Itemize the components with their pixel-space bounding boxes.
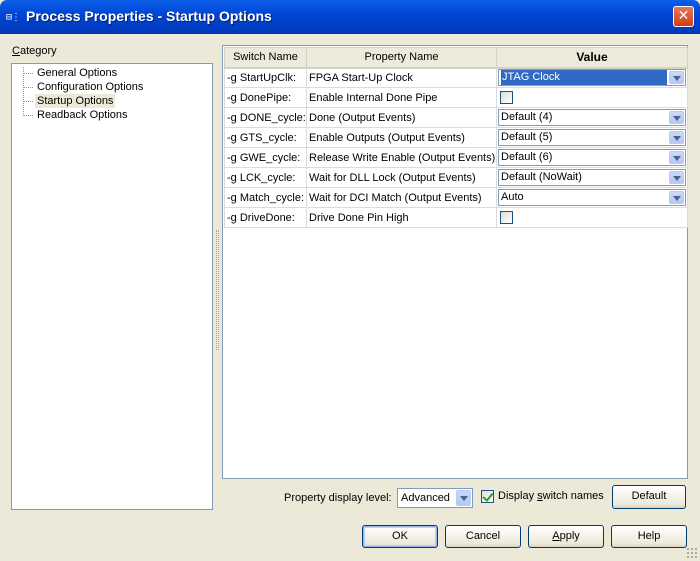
switch-name-cell: -g DriveDone: (224, 207, 307, 228)
property-name-cell: Drive Done Pin High (306, 207, 497, 228)
category-tree[interactable]: General Options Configuration Options St… (11, 63, 213, 510)
table-row: -g GTS_cycle: Enable Outputs (Output Eve… (224, 127, 688, 148)
header-property-name[interactable]: Property Name (306, 47, 497, 69)
table-row: -g GWE_cycle: Release Write Enable (Outp… (224, 147, 688, 168)
property-table: Switch Name Property Name Value -g Start… (224, 47, 688, 228)
match-cycle-dropdown[interactable]: Auto (498, 189, 686, 206)
header-switch-name[interactable]: Switch Name (224, 47, 307, 69)
property-name-cell: Enable Outputs (Output Events) (306, 127, 497, 148)
gts-cycle-dropdown[interactable]: Default (5) (498, 129, 686, 146)
switch-name-cell: -g DONE_cycle: (224, 107, 307, 128)
category-label: Category (12, 45, 57, 57)
table-row: -g Match_cycle: Wait for DCI Match (Outp… (224, 187, 688, 208)
chevron-down-icon[interactable] (669, 151, 684, 164)
chevron-down-icon[interactable] (669, 171, 684, 184)
header-value[interactable]: Value (496, 47, 688, 69)
switch-name-cell: -g GWE_cycle: (224, 147, 307, 168)
property-name-cell: Release Write Enable (Output Events) (306, 147, 497, 168)
property-grid: Switch Name Property Name Value -g Start… (222, 45, 688, 479)
table-header-row: Switch Name Property Name Value (224, 47, 688, 69)
resize-grip[interactable] (686, 547, 698, 559)
chevron-down-icon[interactable] (456, 490, 471, 506)
apply-button[interactable]: Apply (528, 525, 604, 548)
chevron-down-icon[interactable] (669, 111, 684, 124)
close-button[interactable]: ✕ (673, 6, 694, 27)
ok-button[interactable]: OK (362, 525, 438, 548)
default-button[interactable]: Default (612, 485, 686, 509)
chevron-down-icon[interactable] (669, 191, 684, 204)
title-bar: ⊟⋮ Process Properties - Startup Options … (0, 0, 700, 34)
pane-splitter[interactable] (216, 230, 219, 350)
close-icon: ✕ (677, 8, 690, 24)
table-row: -g StartUpClk: FPGA Start-Up Clock JTAG … (224, 67, 688, 88)
switch-name-cell: -g StartUpClk: (224, 67, 307, 88)
options-bar: Property display level: Advanced Display… (0, 485, 700, 511)
table-row: -g LCK_cycle: Wait for DLL Lock (Output … (224, 167, 688, 188)
help-button[interactable]: Help (611, 525, 687, 548)
property-name-cell: Done (Output Events) (306, 107, 497, 128)
property-name-cell: FPGA Start-Up Clock (306, 67, 497, 88)
display-level-label: Property display level: (284, 492, 392, 504)
drivedone-checkbox[interactable] (500, 211, 513, 224)
window-title: Process Properties - Startup Options (26, 8, 272, 24)
chevron-down-icon[interactable] (669, 71, 684, 85)
table-row: -g DONE_cycle: Done (Output Events) Defa… (224, 107, 688, 128)
display-level-select[interactable]: Advanced (397, 488, 473, 508)
switch-name-cell: -g DonePipe: (224, 87, 307, 108)
table-row: -g DonePipe: Enable Internal Done Pipe (224, 87, 688, 108)
donepipe-checkbox[interactable] (500, 91, 513, 104)
property-name-cell: Wait for DCI Match (Output Events) (306, 187, 497, 208)
startupclk-dropdown[interactable]: JTAG Clock (498, 69, 686, 87)
display-switch-names-label[interactable]: Display switch names (498, 490, 604, 502)
done-cycle-dropdown[interactable]: Default (4) (498, 109, 686, 126)
tree-connector-line (23, 67, 24, 116)
lck-cycle-dropdown[interactable]: Default (NoWait) (498, 169, 686, 186)
property-name-cell: Enable Internal Done Pipe (306, 87, 497, 108)
app-icon: ⊟⋮ (6, 12, 21, 23)
table-row: -g DriveDone: Drive Done Pin High (224, 207, 688, 228)
switch-name-cell: -g Match_cycle: (224, 187, 307, 208)
gwe-cycle-dropdown[interactable]: Default (6) (498, 149, 686, 166)
switch-name-cell: -g GTS_cycle: (224, 127, 307, 148)
chevron-down-icon[interactable] (669, 131, 684, 144)
switch-name-cell: -g LCK_cycle: (224, 167, 307, 188)
property-name-cell: Wait for DLL Lock (Output Events) (306, 167, 497, 188)
display-switch-names-checkbox[interactable] (481, 490, 494, 503)
cancel-button[interactable]: Cancel (445, 525, 521, 548)
